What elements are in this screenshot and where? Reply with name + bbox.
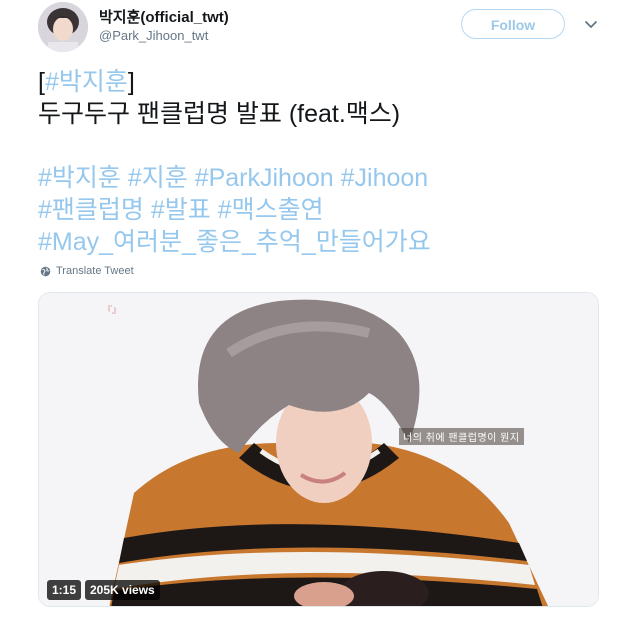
translate-label: Translate Tweet xyxy=(56,265,134,277)
video-corner-mark: 『』 xyxy=(103,305,122,315)
hashtag-link[interactable]: #박지훈 #지훈 #ParkJihoon #Jihoon xyxy=(38,164,428,192)
video-player[interactable]: 『』 너의 취에 팬클럽명이 뭔지 1:15 205K views xyxy=(38,292,599,607)
hashtag-link[interactable]: #팬클럽명 #발표 #맥스출연 xyxy=(38,196,324,224)
tweet-text-line: #박지훈 #지훈 #ParkJihoon #Jihoon xyxy=(38,162,628,194)
chevron-down-icon[interactable] xyxy=(583,16,599,32)
hashtag-link[interactable]: #May_여러분_좋은_추억_만들어가요 xyxy=(38,228,431,256)
avatar-photo xyxy=(38,2,88,52)
tweet-text-line: 두구두구 팬클럽명 발표 (feat.맥스) xyxy=(38,98,628,130)
tweet-text-segment: [ xyxy=(38,68,45,96)
video-views-badge: 205K views xyxy=(85,580,160,600)
video-duration-badge: 1:15 xyxy=(47,580,82,600)
video-subtitle: 너의 취에 팬클럽명이 뭔지 xyxy=(399,428,524,445)
avatar[interactable] xyxy=(38,2,88,52)
tweet-text-line: #May_여러분_좋은_추억_만들어가요 xyxy=(38,226,628,258)
tweet-header: 박지훈(official_twt) @Park_Jihoon_twt Follo… xyxy=(0,0,638,62)
author-handle[interactable]: @Park_Jihoon_twt xyxy=(99,28,208,43)
tweet-text-segment: ] xyxy=(127,68,135,96)
tweet-text: [#박지훈] 두구두구 팬클럽명 발표 (feat.맥스) #박지훈 #지훈 #Pa… xyxy=(38,66,628,258)
video-thumbnail xyxy=(39,293,598,606)
globe-icon xyxy=(40,266,51,276)
follow-button[interactable]: Follow xyxy=(461,9,565,39)
hashtag-link[interactable]: #박지훈 xyxy=(45,68,128,96)
tweet-text-segment: 두구두구 팬클럽명 발표 (feat.맥스) xyxy=(38,100,401,128)
tweet-text-line xyxy=(38,130,628,162)
translate-tweet-link[interactable]: Translate Tweet xyxy=(40,265,134,277)
tweet-text-line: [#박지훈] xyxy=(38,66,628,98)
tweet-text-line: #팬클럽명 #발표 #맥스출연 xyxy=(38,194,628,226)
author-name[interactable]: 박지훈(official_twt) xyxy=(99,6,229,27)
